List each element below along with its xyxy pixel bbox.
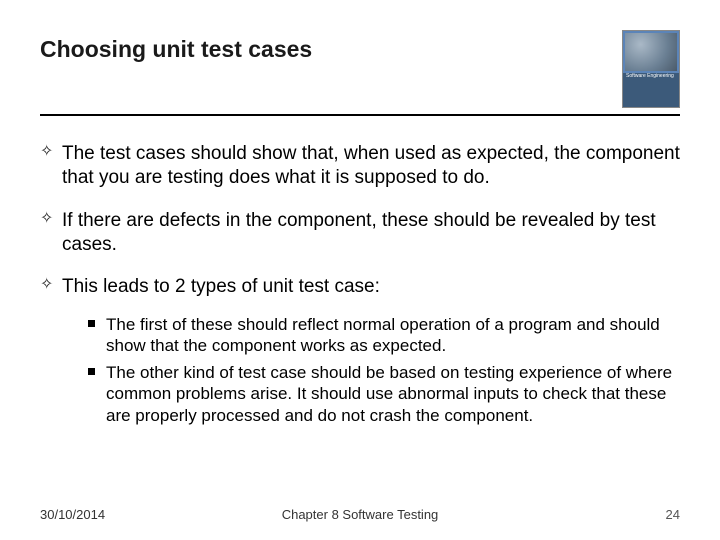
header-row: Choosing unit test cases Software Engine… bbox=[40, 30, 680, 108]
divider bbox=[40, 114, 680, 116]
bullet-item: If there are defects in the component, t… bbox=[40, 209, 680, 258]
bullet-item: This leads to 2 types of unit test case:… bbox=[40, 275, 680, 426]
bullet-text: This leads to 2 types of unit test case: bbox=[62, 276, 380, 297]
footer: 30/10/2014 Chapter 8 Software Testing 24 bbox=[40, 507, 680, 522]
slide: Choosing unit test cases Software Engine… bbox=[0, 0, 720, 540]
book-cover-label: Software Engineering bbox=[626, 74, 674, 80]
sub-bullet-item: The other kind of test case should be ba… bbox=[88, 362, 680, 426]
sub-bullet-item: The first of these should reflect normal… bbox=[88, 314, 680, 357]
slide-title: Choosing unit test cases bbox=[40, 30, 312, 63]
sub-bullet-list: The first of these should reflect normal… bbox=[88, 314, 680, 426]
footer-chapter: Chapter 8 Software Testing bbox=[40, 507, 680, 522]
bullet-list: The test cases should show that, when us… bbox=[40, 142, 680, 426]
content-area: The test cases should show that, when us… bbox=[40, 142, 680, 426]
book-cover-icon: Software Engineering bbox=[622, 30, 680, 108]
sub-bullet-text: The other kind of test case should be ba… bbox=[106, 363, 672, 425]
sub-bullet-text: The first of these should reflect normal… bbox=[106, 315, 660, 355]
bullet-text: The test cases should show that, when us… bbox=[62, 143, 680, 188]
bullet-item: The test cases should show that, when us… bbox=[40, 142, 680, 191]
bullet-text: If there are defects in the component, t… bbox=[62, 210, 656, 255]
